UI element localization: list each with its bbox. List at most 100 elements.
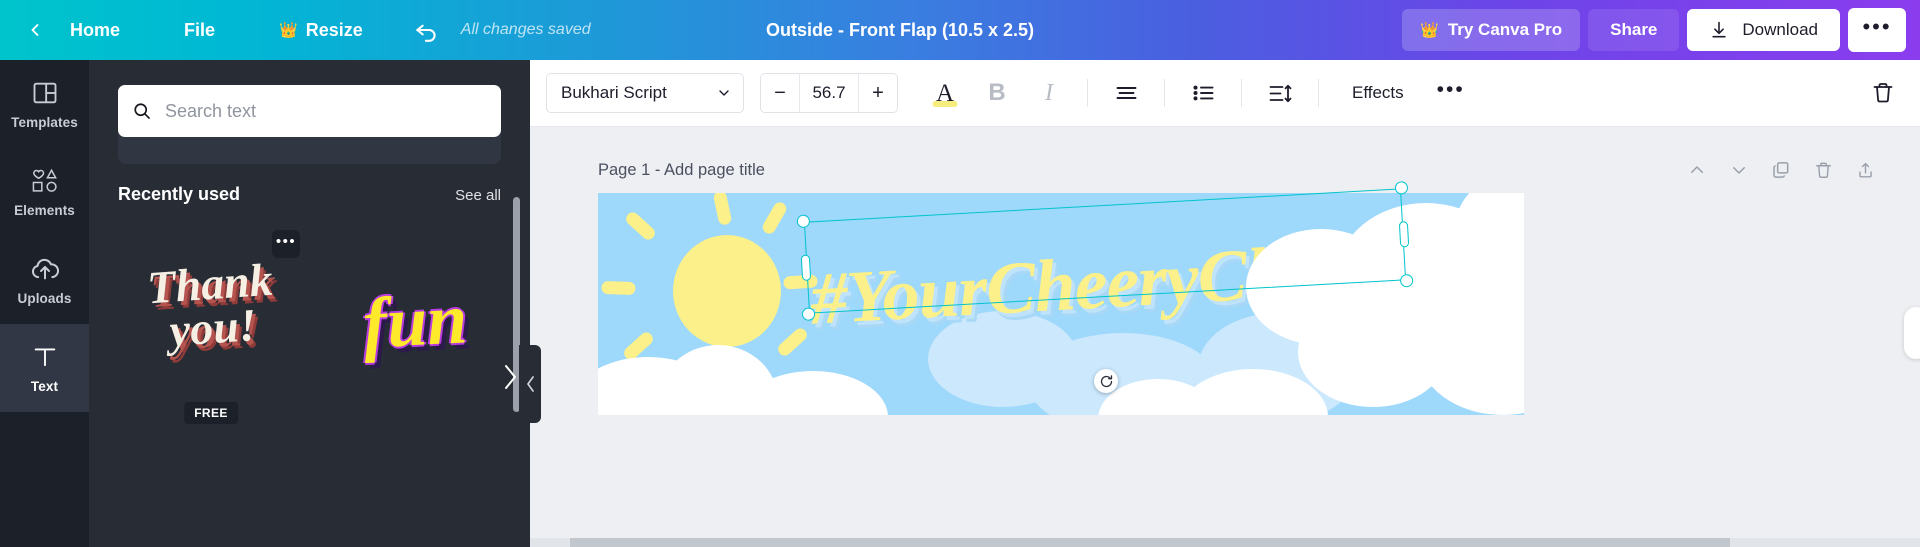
toolbar-more-button[interactable]: •••: [1430, 72, 1472, 114]
search-text-box[interactable]: [118, 85, 501, 137]
share-label: Share: [1610, 20, 1658, 39]
effects-button[interactable]: Effects: [1336, 74, 1420, 112]
home-menu[interactable]: Home: [56, 12, 134, 49]
sidebar-item-text[interactable]: Text: [0, 324, 89, 412]
try-canva-pro-label: Try Canva Pro: [1447, 20, 1563, 39]
font-size-value[interactable]: 56.7: [799, 74, 859, 112]
stage-right-handle[interactable]: [1904, 307, 1920, 359]
back-button[interactable]: [18, 13, 52, 47]
page-title[interactable]: Page 1 - Add page title: [598, 161, 765, 180]
chevron-left-icon: [526, 376, 534, 392]
elements-shapes-icon: [30, 166, 60, 196]
sun-ray-icon: [623, 209, 658, 243]
bold-button[interactable]: B: [976, 72, 1018, 114]
top-bar: Home File 👑 Resize All changes saved Out…: [0, 0, 1920, 60]
try-canva-pro-button[interactable]: 👑 Try Canva Pro: [1402, 9, 1581, 51]
add-page-icon[interactable]: [1854, 159, 1876, 181]
font-size-stepper: − 56.7 +: [760, 73, 898, 113]
delete-element-button[interactable]: [1862, 72, 1904, 114]
top-bar-actions: 👑 Try Canva Pro Share Download •••: [1402, 8, 1920, 52]
recently-used-header: Recently used See all: [118, 184, 501, 205]
minus-icon: −: [774, 81, 786, 104]
thank-you-preview: Thank you!: [121, 254, 302, 356]
rotate-icon: [1100, 374, 1112, 387]
trash-icon: [1873, 83, 1893, 103]
list-item[interactable]: ••• Thank you! FREE: [118, 222, 304, 424]
text-toolbar: Bukhari Script − 56.7 + A B I Effects ••…: [530, 60, 1920, 127]
sidebar-item-label: Text: [30, 379, 59, 394]
templates-grid-icon: [31, 78, 59, 108]
crown-icon: 👑: [279, 22, 298, 39]
italic-button[interactable]: I: [1028, 72, 1070, 114]
crown-icon: 👑: [1420, 22, 1439, 39]
canva-editor-window: Home File 👑 Resize All changes saved Out…: [0, 0, 1920, 547]
home-label: Home: [70, 19, 121, 40]
search-input[interactable]: [164, 100, 487, 122]
fun-preview: fun: [360, 278, 470, 364]
thumb-more-label: •••: [275, 233, 297, 250]
font-size-increase[interactable]: +: [859, 74, 897, 112]
selection-handle-left[interactable]: [800, 254, 812, 281]
toolbar-divider: [1241, 79, 1242, 107]
page-header: Page 1 - Add page title: [598, 159, 1876, 181]
undo-arrow-icon: [415, 24, 436, 42]
top-more-button[interactable]: •••: [1848, 8, 1906, 52]
text-align-button[interactable]: [1105, 72, 1147, 114]
panel-collapse-button[interactable]: [519, 345, 541, 423]
sun-shape: [673, 235, 781, 347]
rotate-handle-button[interactable]: [1094, 369, 1118, 393]
text-color-button[interactable]: A: [924, 72, 966, 114]
recently-used-title: Recently used: [118, 184, 241, 204]
file-menu[interactable]: File: [170, 12, 229, 49]
see-all-link[interactable]: See all: [455, 187, 501, 204]
left-rail: Templates Elements Uploads Text: [0, 60, 89, 547]
share-button[interactable]: Share: [1588, 9, 1680, 51]
thumb-more-button[interactable]: •••: [272, 230, 300, 258]
plus-icon: +: [872, 81, 884, 104]
file-label: File: [184, 19, 216, 40]
panel-next-button[interactable]: [501, 362, 519, 398]
effects-label: Effects: [1352, 83, 1404, 102]
sidebar-item-templates[interactable]: Templates: [0, 60, 89, 148]
toolbar-divider: [1087, 79, 1088, 107]
selection-handle-right[interactable]: [1398, 221, 1410, 248]
toolbar-divider: [1164, 79, 1165, 107]
download-button[interactable]: Download: [1687, 9, 1840, 51]
sidebar-item-label: Templates: [11, 115, 78, 130]
bullet-list-button[interactable]: [1182, 72, 1224, 114]
resize-label: Resize: [305, 19, 363, 40]
duplicate-page-icon[interactable]: [1770, 159, 1792, 181]
align-left-icon: [1116, 87, 1136, 99]
stage-horizontal-scrollbar[interactable]: [530, 538, 1920, 547]
chevron-right-icon: [505, 365, 516, 389]
download-arrow-icon: [1712, 21, 1727, 38]
bullet-list-icon: [1193, 85, 1213, 101]
delete-page-icon[interactable]: [1812, 159, 1834, 181]
font-size-decrease[interactable]: −: [761, 74, 799, 112]
text-color-swatch: [932, 101, 958, 107]
list-item[interactable]: fun: [322, 222, 508, 408]
design-page[interactable]: #YourCheeryCloud: [598, 193, 1524, 415]
font-family-select[interactable]: Bukhari Script: [546, 73, 744, 113]
line-spacing-button[interactable]: [1259, 72, 1301, 114]
undo-button[interactable]: [407, 12, 447, 48]
canvas-stage[interactable]: Page 1 - Add page title #YourCheeryCloud: [530, 127, 1920, 547]
resize-menu[interactable]: 👑 Resize: [265, 12, 377, 49]
bold-icon: B: [988, 79, 1006, 106]
upload-cloud-icon: [30, 254, 60, 284]
top-more-label: •••: [1862, 13, 1892, 39]
italic-icon: I: [1045, 79, 1053, 106]
move-up-icon[interactable]: [1686, 159, 1708, 181]
sidebar-item-elements[interactable]: Elements: [0, 148, 89, 236]
search-icon: [134, 103, 150, 119]
sidebar-item-label: Elements: [14, 203, 75, 218]
recently-used-list: ••• Thank you! FREE fun: [118, 222, 529, 522]
toolbar-divider: [1318, 79, 1319, 107]
sidebar-item-uploads[interactable]: Uploads: [0, 236, 89, 324]
design-title[interactable]: Outside - Front Flap (10.5 x 2.5): [766, 20, 1034, 41]
sun-ray-icon: [712, 193, 733, 226]
save-status: All changes saved: [460, 21, 591, 38]
chevron-down-icon: [719, 90, 729, 96]
move-down-icon[interactable]: [1728, 159, 1750, 181]
chevron-left-icon: [31, 24, 39, 36]
